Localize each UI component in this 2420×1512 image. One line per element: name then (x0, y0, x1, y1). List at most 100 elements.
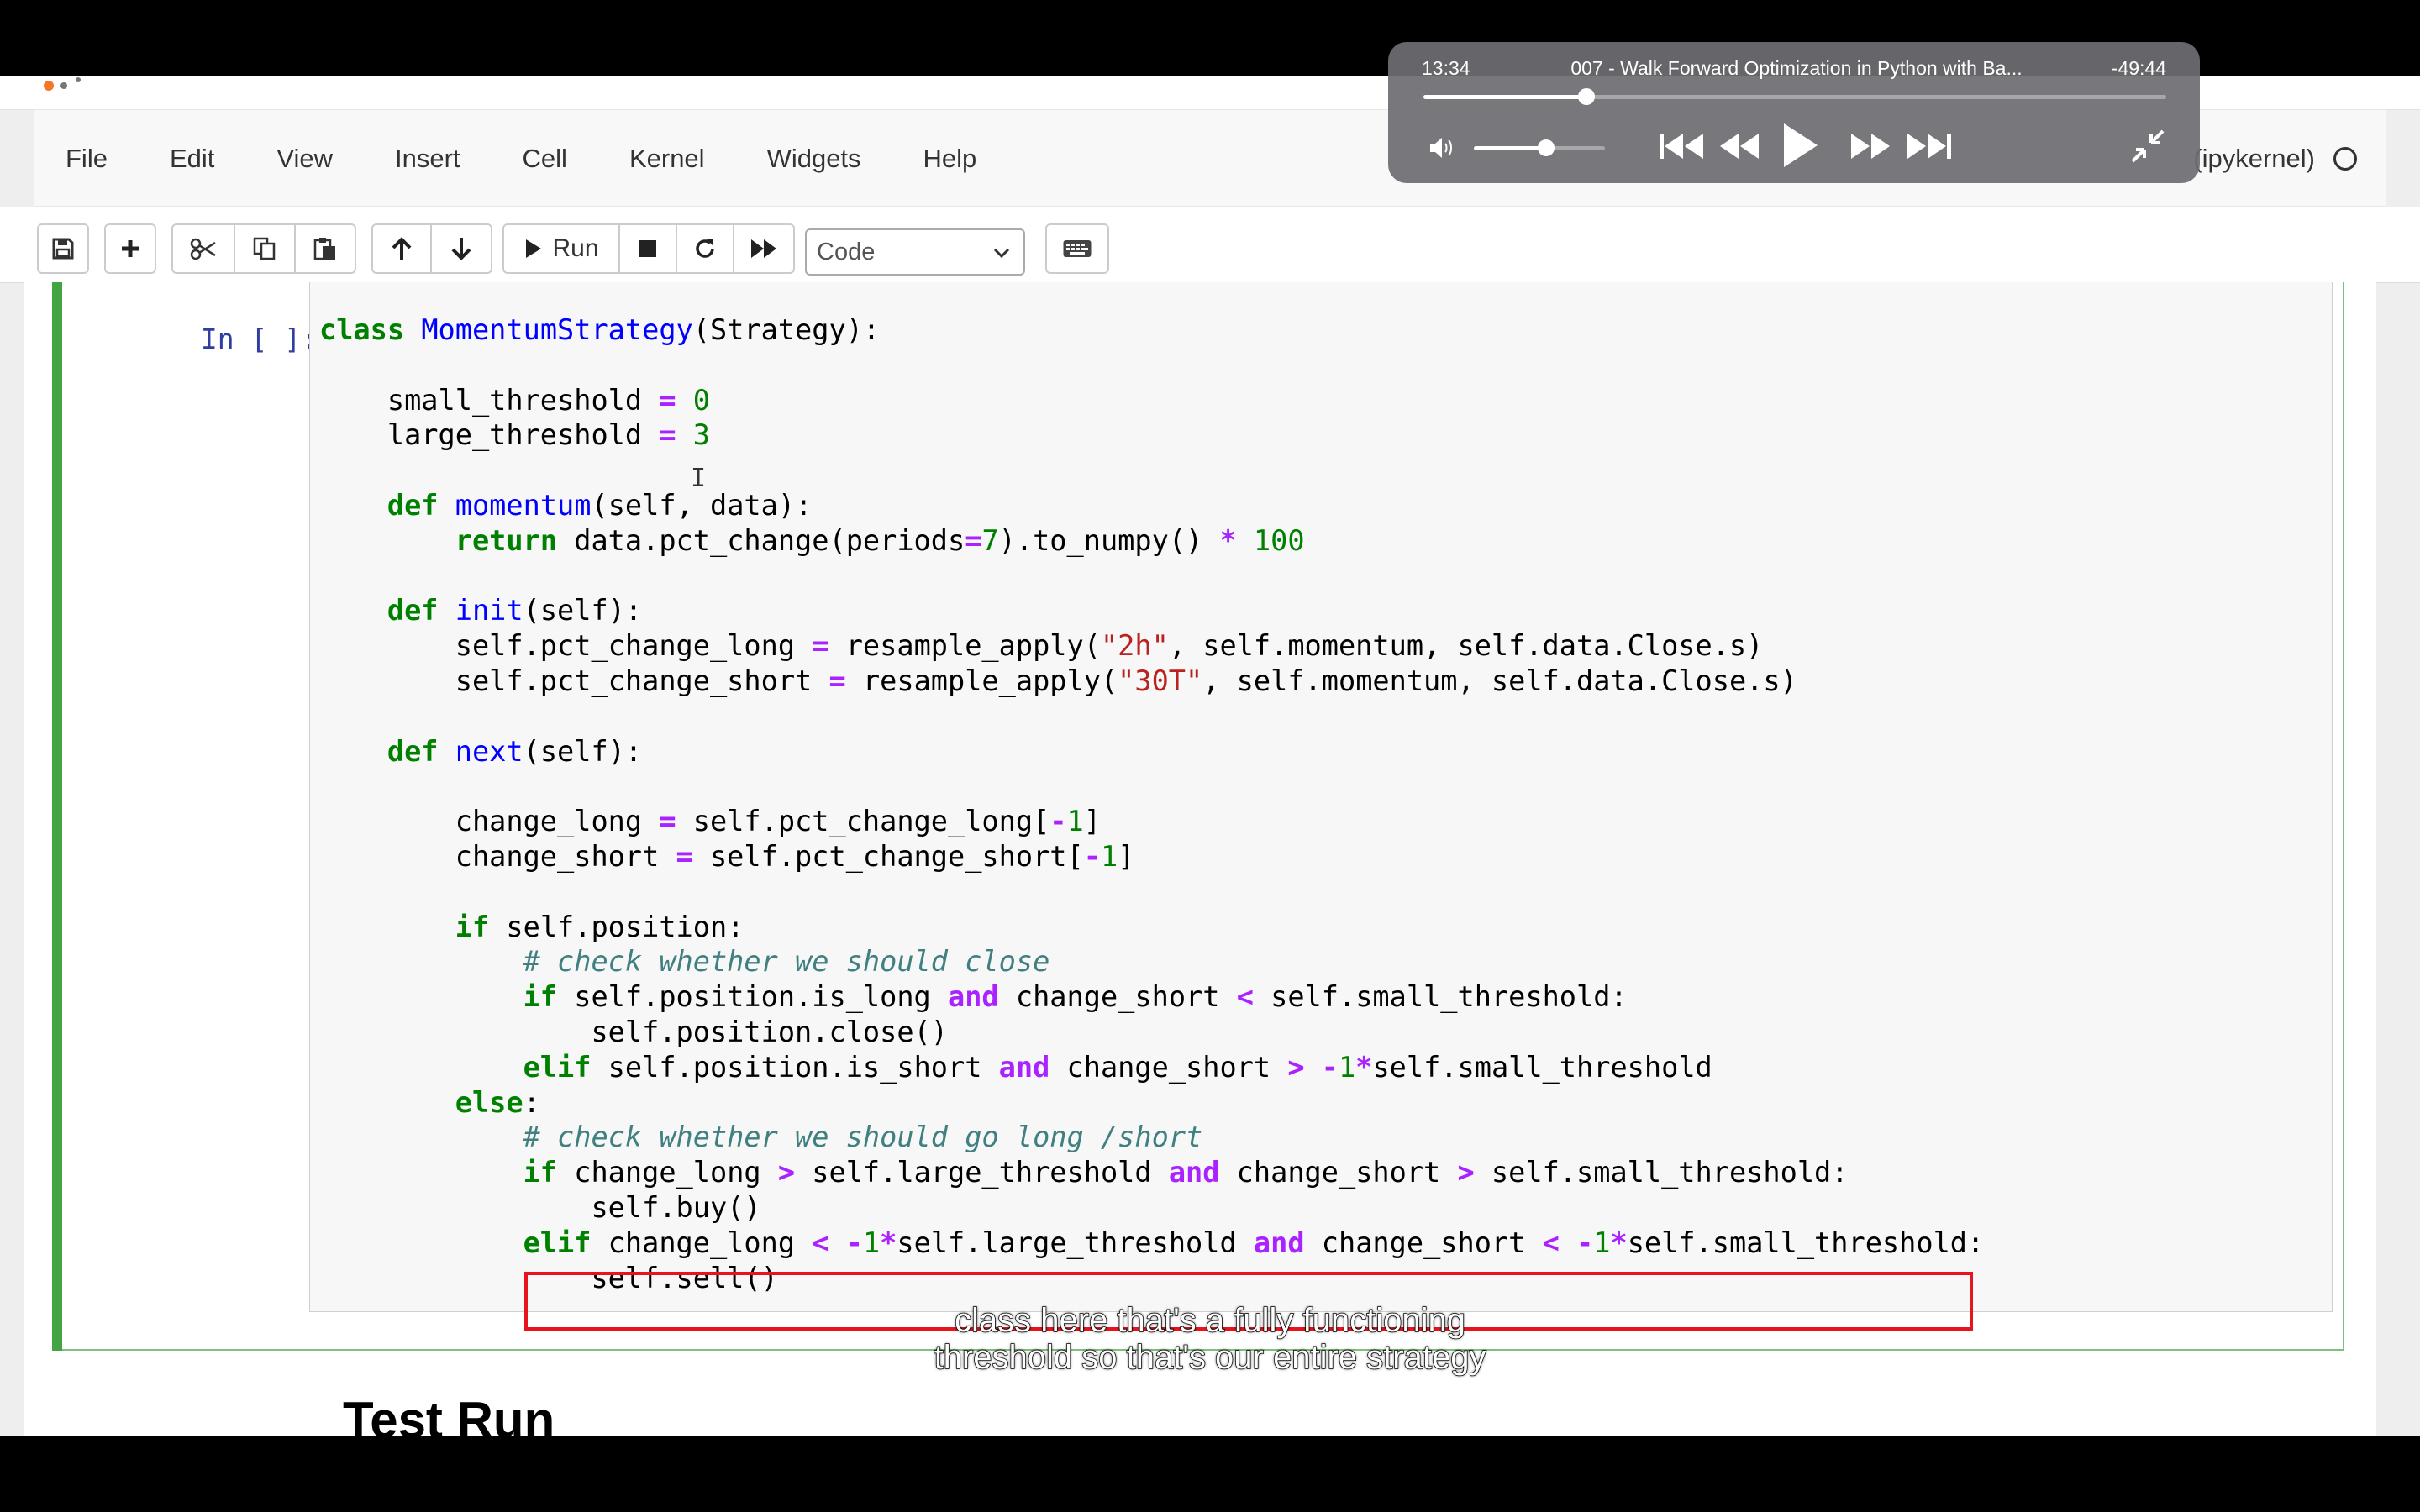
skip-back-button[interactable] (1657, 124, 1707, 168)
restart-kernel-button[interactable] (677, 223, 734, 274)
cut-button[interactable] (171, 223, 235, 274)
move-down-button[interactable] (432, 223, 492, 274)
code-token: self.pct_change_long (319, 629, 813, 663)
menu-widgets[interactable]: Widgets (736, 110, 892, 207)
restart-icon (696, 239, 714, 258)
paste-button[interactable] (296, 223, 356, 274)
code-token: and (948, 980, 999, 1014)
code-token: change_short (998, 980, 1237, 1014)
run-button[interactable]: Run (502, 223, 620, 274)
code-line: # check whether we should go long /short (319, 1120, 1984, 1155)
menu: File Edit View Insert Cell Kernel Widgets Help (34, 110, 1007, 207)
code-token: # check whether we should close (523, 945, 1050, 979)
run-label: Run (552, 234, 599, 262)
menu-kernel[interactable]: Kernel (598, 110, 736, 207)
code-line: if self.position.is_long and change_shor… (319, 979, 1984, 1015)
code-token: elif (523, 1226, 592, 1259)
code-line: if change_long > self.large_threshold an… (319, 1155, 1984, 1190)
code-token: 7 (981, 523, 999, 557)
code-token: * (880, 1226, 897, 1259)
progress-knob[interactable] (1578, 88, 1596, 105)
rewind-icon (1720, 134, 1759, 159)
menu-view[interactable]: View (245, 110, 364, 207)
volume-knob[interactable] (1537, 139, 1555, 156)
code-token: (self): (523, 734, 643, 768)
move-up-button[interactable] (371, 223, 432, 274)
code-token: (Strategy): (692, 313, 881, 346)
skip-forward-button[interactable] (1902, 124, 1954, 168)
exit-fullscreen-button[interactable] (2128, 126, 2168, 166)
command-palette-button[interactable] (1045, 223, 1109, 274)
menu-insert[interactable]: Insert (364, 110, 492, 207)
code-token: init (455, 594, 523, 627)
code-line: def momentum(self, data): (319, 488, 1984, 523)
code-token: def (387, 734, 439, 768)
volume-slider[interactable] (1474, 139, 1605, 156)
notebook-toolbar: Run Code (0, 207, 2420, 283)
code-token: and (1168, 1156, 1220, 1189)
code-token: = (659, 418, 676, 452)
volume-button[interactable] (1427, 133, 1457, 163)
code-token: > (1287, 1050, 1305, 1084)
kernel-name: (ipykernel) (2193, 144, 2315, 173)
text-cursor-icon: I (691, 464, 707, 493)
code-token: 1 (1339, 1050, 1356, 1084)
cell-selection-bar (52, 282, 62, 1351)
code-token: change_short (1219, 1156, 1458, 1189)
video-title: 007 - Walk Forward Optimization in Pytho… (1570, 57, 2023, 79)
restart-run-all-button[interactable] (734, 223, 795, 274)
interrupt-kernel-button[interactable] (620, 223, 677, 274)
code-token: = (829, 664, 846, 697)
code-line: class MomentumStrategy(Strategy): (319, 312, 1984, 348)
jupyter-notebook-window: File Edit View Insert Cell Kernel Widgets Help … (0, 76, 2420, 1436)
copy-button[interactable] (235, 223, 296, 274)
fast-forward-button[interactable] (1845, 124, 1896, 168)
kernel-indicator[interactable]: (ipykernel) (2193, 110, 2357, 207)
code-text[interactable]: class MomentumStrategy(Strategy): small_… (319, 312, 1984, 1295)
menu-file[interactable]: File (34, 110, 139, 207)
code-token: def (387, 594, 439, 627)
code-line: return data.pct_change(periods=7).to_num… (319, 523, 1984, 559)
menu-cell[interactable]: Cell (492, 110, 598, 207)
rewind-button[interactable] (1714, 124, 1765, 168)
code-token: change_short (319, 839, 676, 873)
menu-edit[interactable]: Edit (139, 110, 245, 207)
play-button[interactable] (1775, 118, 1825, 173)
code-token: 100 (1253, 523, 1305, 557)
code-token: self.small_threshold: (1627, 1226, 1985, 1259)
code-line: if self.position: (319, 910, 1984, 945)
code-token: = (812, 629, 829, 663)
code-token: self.pct_change_short[ (692, 839, 1084, 873)
code-line: self.position.close() (319, 1015, 1984, 1050)
code-token: self.small_threshold: (1474, 1156, 1849, 1189)
menu-help[interactable]: Help (892, 110, 1008, 207)
progress-bar[interactable] (1423, 88, 2166, 105)
move-up-icon (392, 237, 412, 260)
cell-type-select[interactable]: Code (805, 228, 1025, 276)
add-cell-icon (122, 240, 139, 257)
code-token: * (1355, 1050, 1373, 1084)
add-cell-button[interactable] (104, 223, 156, 274)
code-token: return (455, 523, 558, 557)
code-line: elif self.position.is_short and change_s… (319, 1050, 1984, 1085)
elapsed-time: 13:34 (1422, 57, 1470, 79)
save-button[interactable] (37, 223, 89, 274)
video-subtitle: class here that's a fully functioning th… (891, 1301, 1529, 1377)
code-token: self.position.is_short (591, 1050, 999, 1084)
code-token: , self.momentum, self.data.Close.s) (1202, 664, 1797, 697)
code-line: def next(self): (319, 734, 1984, 769)
code-token: elif (523, 1050, 592, 1084)
code-token: - (1576, 1226, 1594, 1259)
